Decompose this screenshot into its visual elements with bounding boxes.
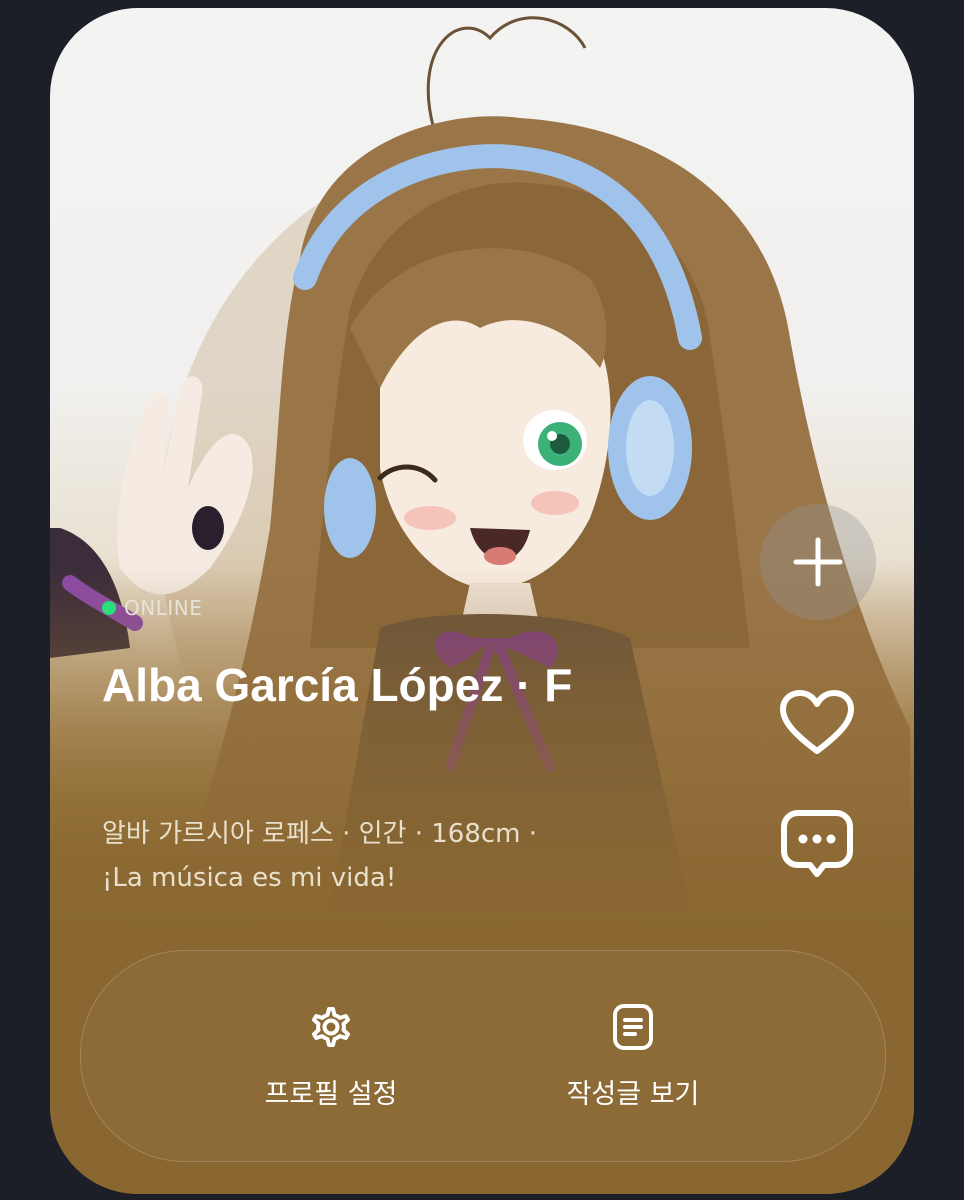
online-dot-icon [102,601,116,615]
profile-description: 알바 가르시아 로페스 · 인간 · 168cm · ¡La música es… [102,819,538,893]
heart-icon [779,689,855,757]
document-icon [610,1002,656,1052]
gear-icon [306,1002,356,1052]
status-label: ONLINE [124,596,203,620]
profile-name: Alba García López · F [102,659,573,711]
view-posts-label: 작성글 보기 [566,1078,700,1110]
plus-icon [792,536,844,588]
profile-settings-label: 프로필 설정 [264,1078,398,1110]
like-button[interactable] [772,678,862,768]
message-button[interactable] [772,798,862,888]
view-posts-button[interactable]: 작성글 보기 [483,951,783,1161]
add-button[interactable] [760,504,876,620]
online-status: ONLINE [102,596,202,620]
profile-action-bar: 프로필 설정 작성글 보기 [80,950,886,1162]
profile-settings-button[interactable]: 프로필 설정 [181,951,481,1161]
chat-bubble-icon [780,808,854,878]
profile-card: ONLINE Alba García López · F 알바 가르시아 로페스… [50,8,914,1194]
